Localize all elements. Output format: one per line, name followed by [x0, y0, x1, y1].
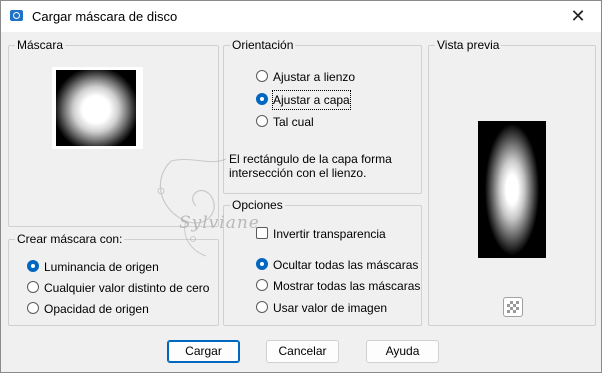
load-button[interactable]: Cargar — [167, 340, 240, 363]
radio-label: Tal cual — [273, 115, 314, 129]
checkerboard-icon[interactable] — [503, 297, 523, 317]
checkbox-label: Invertir transparencia — [273, 227, 386, 241]
radio-button[interactable] — [256, 279, 268, 291]
radio-button[interactable] — [256, 93, 268, 105]
radio-button[interactable] — [256, 70, 268, 82]
create-mask-group-label: Crear máscara con: — [15, 232, 125, 247]
checkerboard-pattern — [507, 301, 519, 313]
orientation-group-label: Orientación — [230, 38, 296, 53]
radio-label: Ajustar a capa — [272, 90, 351, 110]
dialog-window: Cargar máscara de disco ✕ Máscara Crear … — [0, 0, 602, 373]
radio-button[interactable] — [27, 302, 39, 314]
paint-shop-icon — [10, 10, 23, 21]
watermark-text: Sylviane — [179, 213, 260, 233]
radio-button[interactable] — [27, 260, 39, 272]
radio-label: Ocultar todas las máscaras — [273, 258, 419, 272]
cancel-button[interactable]: Cancelar — [266, 340, 339, 363]
help-button[interactable]: Ayuda — [366, 340, 439, 363]
radio-button[interactable] — [256, 115, 268, 127]
mask-thumbnail[interactable] — [52, 67, 143, 149]
window-title: Cargar máscara de disco — [32, 9, 178, 24]
watermark-flourish-icon — [157, 158, 227, 257]
mask-group-label: Máscara — [15, 38, 66, 53]
radio-label: Opacidad de origen — [44, 302, 149, 316]
preview-image — [478, 121, 546, 258]
radio-label: Mostrar todas las máscaras — [273, 279, 421, 293]
preview-group-label: Vista previa — [435, 38, 502, 53]
radio-label: Cualquier valor distinto de cero — [44, 281, 210, 295]
radio-label: Usar valor de imagen — [273, 301, 388, 315]
title-bar[interactable]: Cargar máscara de disco ✕ — [1, 1, 601, 32]
radio-button[interactable] — [27, 281, 39, 293]
radio-label: Ajustar a lienzo — [273, 70, 356, 84]
radio-button[interactable] — [256, 301, 268, 313]
close-icon[interactable]: ✕ — [555, 1, 601, 32]
mask-image — [56, 70, 136, 146]
